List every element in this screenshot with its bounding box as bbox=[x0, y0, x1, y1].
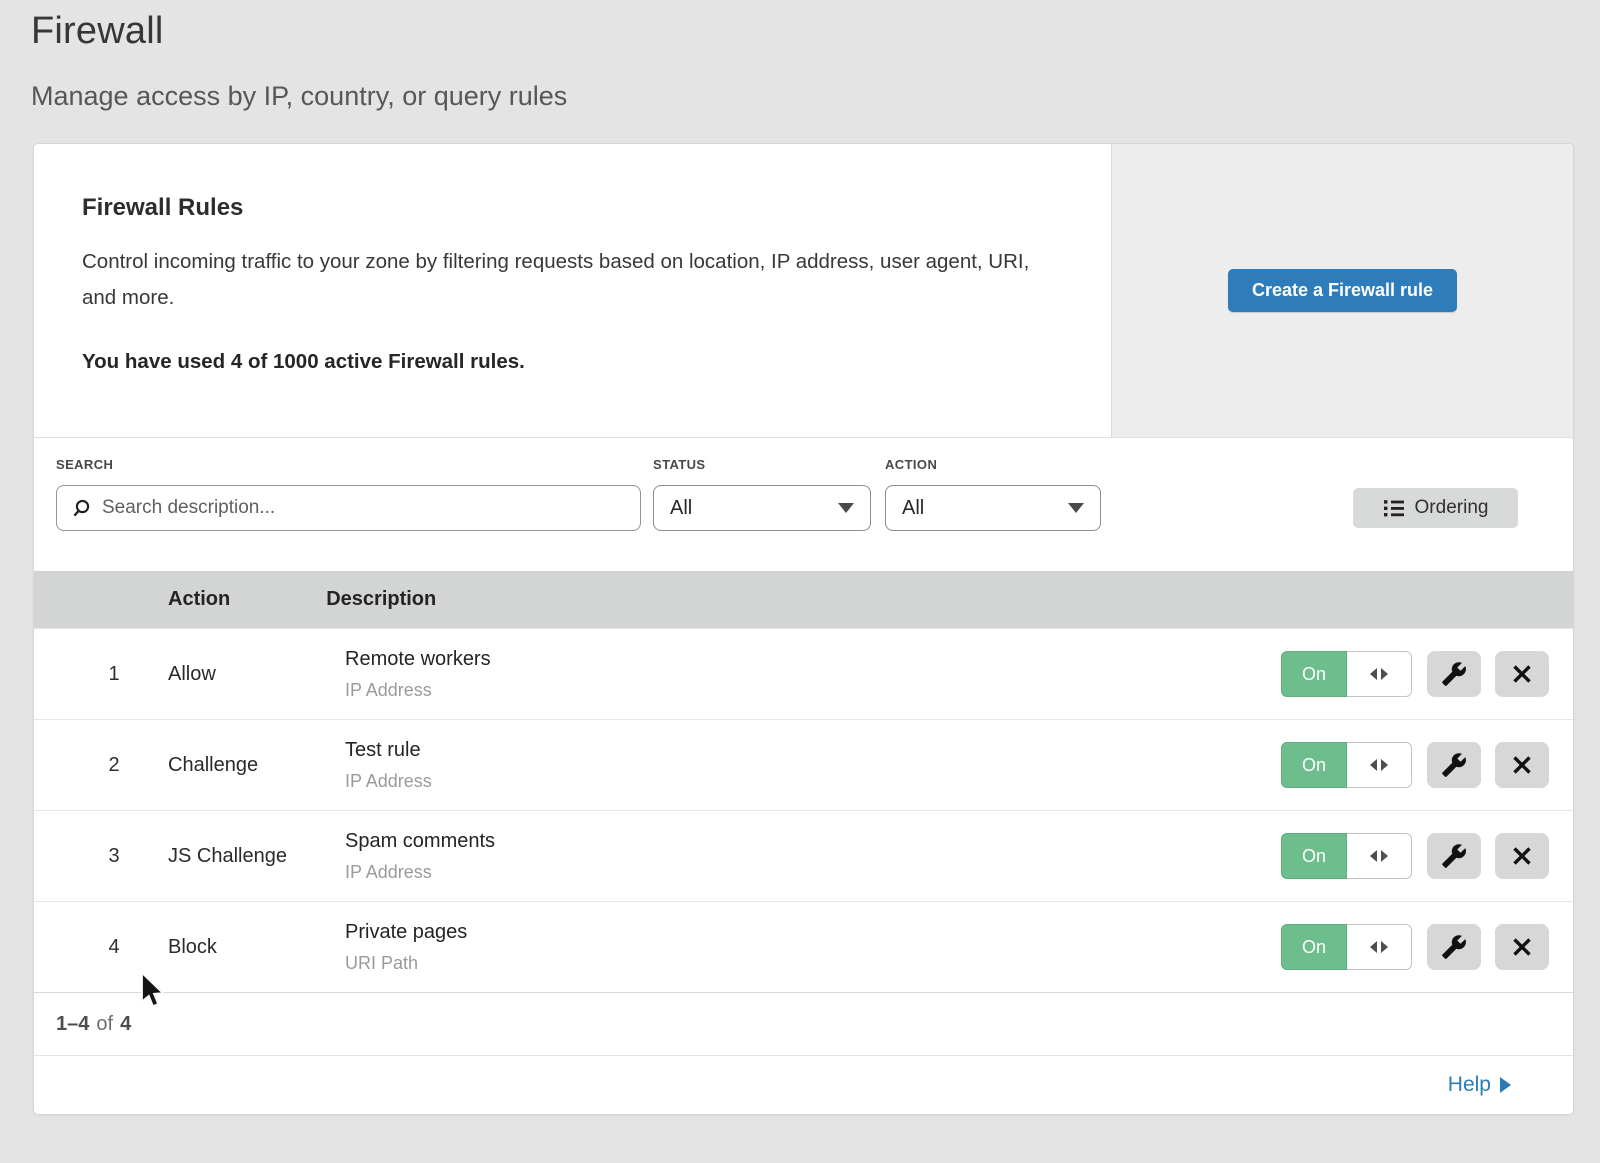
arrow-left-icon bbox=[1370, 850, 1377, 862]
column-header-action: Action bbox=[168, 588, 230, 611]
close-icon bbox=[1510, 753, 1534, 777]
section-heading: Firewall Rules bbox=[82, 194, 1051, 222]
toggle-on-segment: On bbox=[1281, 742, 1347, 788]
arrow-right-icon bbox=[1381, 668, 1388, 680]
arrow-left-icon bbox=[1370, 941, 1377, 953]
close-icon bbox=[1510, 662, 1534, 686]
rule-controls: On bbox=[1281, 924, 1549, 970]
toggle-handle bbox=[1347, 742, 1412, 788]
delete-rule-button[interactable] bbox=[1495, 833, 1549, 879]
action-label: ACTION bbox=[885, 457, 937, 472]
help-row: Help bbox=[34, 1055, 1573, 1113]
rule-enabled-toggle[interactable]: On bbox=[1281, 742, 1412, 788]
action-select-value: All bbox=[902, 497, 924, 520]
rule-enabled-toggle[interactable]: On bbox=[1281, 651, 1412, 697]
firewall-rules-card: Firewall Rules Control incoming traffic … bbox=[33, 143, 1574, 1115]
wrench-icon bbox=[1441, 661, 1467, 687]
rule-priority: 2 bbox=[60, 754, 168, 777]
rule-action: JS Challenge bbox=[168, 845, 345, 868]
search-input[interactable] bbox=[102, 497, 626, 519]
rule-priority: 4 bbox=[60, 936, 168, 959]
wrench-icon bbox=[1441, 934, 1467, 960]
pagination-range: 1–4 bbox=[56, 1013, 89, 1036]
ordering-button-label: Ordering bbox=[1415, 497, 1489, 519]
arrow-right-icon bbox=[1381, 941, 1388, 953]
close-icon bbox=[1510, 844, 1534, 868]
chevron-down-icon bbox=[838, 503, 854, 513]
toggle-handle bbox=[1347, 833, 1412, 879]
help-link-label: Help bbox=[1448, 1073, 1491, 1097]
arrow-left-icon bbox=[1370, 668, 1377, 680]
table-row: 2 Challenge Test rule IP Address On bbox=[34, 719, 1573, 810]
wrench-icon bbox=[1441, 843, 1467, 869]
filters-bar: SEARCH STATUS ACTION All All bbox=[34, 438, 1573, 571]
page-title: Firewall bbox=[31, 10, 1600, 53]
rule-enabled-toggle[interactable]: On bbox=[1281, 924, 1412, 970]
status-select[interactable]: All bbox=[653, 485, 871, 531]
toggle-handle bbox=[1347, 651, 1412, 697]
pagination: 1–4 of 4 bbox=[34, 992, 1573, 1055]
toggle-handle bbox=[1347, 924, 1412, 970]
close-icon bbox=[1510, 935, 1534, 959]
table-row: 3 JS Challenge Spam comments IP Address … bbox=[34, 810, 1573, 901]
edit-rule-button[interactable] bbox=[1427, 651, 1481, 697]
rule-controls: On bbox=[1281, 651, 1549, 697]
usage-note: You have used 4 of 1000 active Firewall … bbox=[82, 350, 1051, 374]
search-label: SEARCH bbox=[56, 457, 113, 472]
section-description: Control incoming traffic to your zone by… bbox=[82, 244, 1042, 316]
card-top-section: Firewall Rules Control incoming traffic … bbox=[34, 144, 1573, 438]
rule-controls: On bbox=[1281, 833, 1549, 879]
create-rule-panel: Create a Firewall rule bbox=[1111, 144, 1573, 437]
pagination-total: 4 bbox=[120, 1013, 131, 1036]
rule-action: Allow bbox=[168, 663, 345, 686]
edit-rule-button[interactable] bbox=[1427, 924, 1481, 970]
rule-priority: 1 bbox=[60, 663, 168, 686]
rule-enabled-toggle[interactable]: On bbox=[1281, 833, 1412, 879]
status-label: STATUS bbox=[653, 457, 705, 472]
rule-priority: 3 bbox=[60, 845, 168, 868]
delete-rule-button[interactable] bbox=[1495, 651, 1549, 697]
toggle-on-segment: On bbox=[1281, 924, 1347, 970]
rule-controls: On bbox=[1281, 742, 1549, 788]
status-select-value: All bbox=[670, 497, 692, 520]
create-firewall-rule-button[interactable]: Create a Firewall rule bbox=[1228, 269, 1457, 312]
pagination-of: of bbox=[96, 1013, 113, 1036]
ordering-button[interactable]: Ordering bbox=[1353, 488, 1518, 528]
delete-rule-button[interactable] bbox=[1495, 924, 1549, 970]
delete-rule-button[interactable] bbox=[1495, 742, 1549, 788]
firewall-rules-info: Firewall Rules Control incoming traffic … bbox=[34, 144, 1111, 437]
table-row: 1 Allow Remote workers IP Address On bbox=[34, 628, 1573, 719]
toggle-on-segment: On bbox=[1281, 833, 1347, 879]
edit-rule-button[interactable] bbox=[1427, 742, 1481, 788]
search-icon bbox=[71, 498, 92, 519]
arrow-left-icon bbox=[1370, 759, 1377, 771]
table-header: Action Description bbox=[34, 571, 1573, 628]
page-header: Firewall Manage access by IP, country, o… bbox=[0, 0, 1600, 112]
toggle-on-segment: On bbox=[1281, 651, 1347, 697]
rule-action: Block bbox=[168, 936, 345, 959]
page-subtitle: Manage access by IP, country, or query r… bbox=[31, 81, 1600, 112]
chevron-down-icon bbox=[1068, 503, 1084, 513]
column-header-description: Description bbox=[326, 588, 436, 611]
search-box[interactable] bbox=[56, 485, 641, 531]
arrow-right-icon bbox=[1381, 850, 1388, 862]
wrench-icon bbox=[1441, 752, 1467, 778]
edit-rule-button[interactable] bbox=[1427, 833, 1481, 879]
action-select[interactable]: All bbox=[885, 485, 1101, 531]
ordered-list-icon bbox=[1383, 498, 1405, 518]
arrow-right-icon bbox=[1381, 759, 1388, 771]
help-link[interactable]: Help bbox=[1448, 1073, 1511, 1097]
arrow-right-icon bbox=[1500, 1077, 1511, 1093]
rule-action: Challenge bbox=[168, 754, 345, 777]
table-row: 4 Block Private pages URI Path On bbox=[34, 901, 1573, 992]
